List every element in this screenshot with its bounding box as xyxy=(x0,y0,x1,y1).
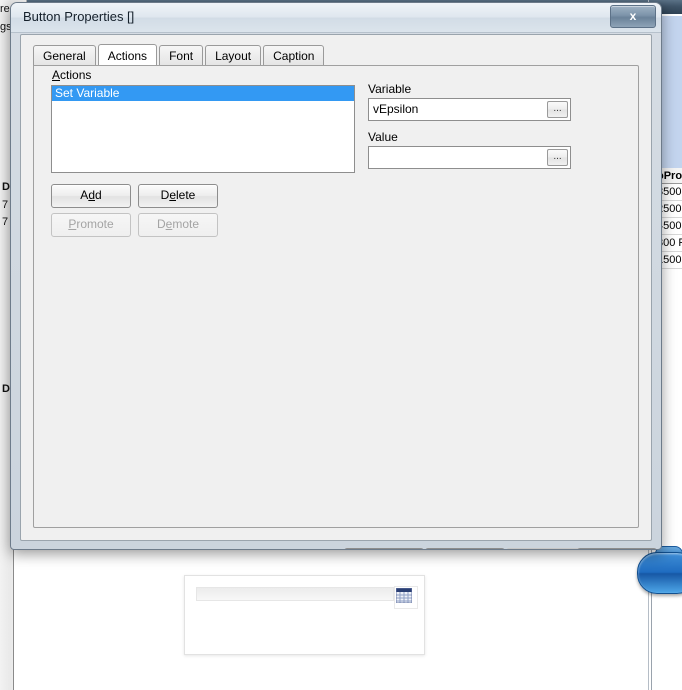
spreadsheet-grid-icon[interactable] xyxy=(394,586,418,609)
delete-button-pre: D xyxy=(160,188,170,202)
value-label: Value xyxy=(368,130,398,144)
demote-button[interactable]: Demote xyxy=(138,213,218,237)
actions-listbox[interactable]: Set Variable xyxy=(51,85,355,173)
promote-button[interactable]: Promote xyxy=(51,213,131,237)
start-orb[interactable] xyxy=(637,552,682,594)
cancel-button[interactable]: Cancel xyxy=(425,548,505,549)
actions-group-label: Actions xyxy=(52,68,91,82)
dialog-body: General Actions Font Layout Caption Actions … xyxy=(20,34,657,549)
list-item[interactable]: Set Variable xyxy=(52,86,354,101)
dialog-titlebar: Button Properties [] x xyxy=(11,3,661,33)
add-button[interactable]: Add xyxy=(51,184,131,208)
button-properties-dialog: Button Properties [] x General Actions Fon… xyxy=(10,2,662,550)
promote-button-post: romote xyxy=(76,217,114,231)
delete-button-post: lete xyxy=(176,188,196,202)
tab-strip: General Actions Font Layout Caption xyxy=(33,44,326,69)
variable-input-value: vEpsilon xyxy=(373,102,419,116)
help-button[interactable]: Help xyxy=(577,548,657,549)
delete-button-accel: e xyxy=(169,188,176,202)
demote-button-post: mote xyxy=(172,217,200,231)
actions-group-label-rest: ctions xyxy=(60,68,92,82)
value-browse-button[interactable]: ... xyxy=(547,149,568,166)
add-button-accel: d xyxy=(88,188,95,202)
demote-button-pre: D xyxy=(156,217,166,231)
variable-browse-button[interactable]: ... xyxy=(547,101,568,118)
apply-button[interactable]: Apply xyxy=(506,548,586,549)
close-icon[interactable]: x xyxy=(610,5,656,28)
actions-tab-page: Actions Set Variable Add Delete Promote … xyxy=(33,65,639,528)
actions-group-label-accel: A xyxy=(52,68,61,82)
variable-label: Variable xyxy=(368,82,412,96)
delete-button[interactable]: Delete xyxy=(138,184,218,208)
variable-input[interactable]: vEpsilon ... xyxy=(368,98,571,121)
popup-input-field[interactable] xyxy=(196,587,394,601)
value-input[interactable]: ... xyxy=(368,146,571,169)
bottom-popup-panel xyxy=(184,575,425,655)
ok-button[interactable]: OK xyxy=(344,548,424,549)
dialog-title: Button Properties [] xyxy=(23,9,135,24)
add-button-post: d xyxy=(95,188,102,202)
